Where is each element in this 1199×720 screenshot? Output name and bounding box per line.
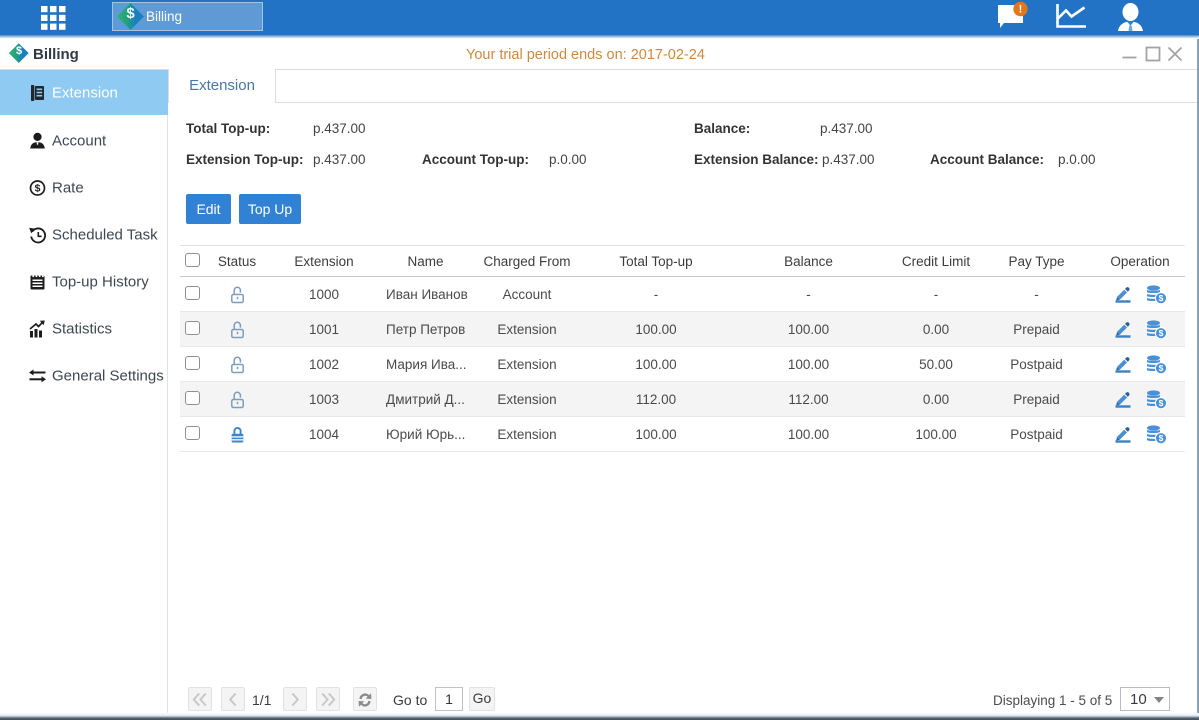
svg-text:$: $ [35,182,41,194]
svg-text:$: $ [1158,293,1163,303]
svg-text:$: $ [1158,398,1163,408]
svg-text:$: $ [1158,328,1163,338]
svg-text:$: $ [1158,433,1163,443]
svg-text:!: ! [1019,4,1023,16]
svg-text:$: $ [1158,363,1163,373]
